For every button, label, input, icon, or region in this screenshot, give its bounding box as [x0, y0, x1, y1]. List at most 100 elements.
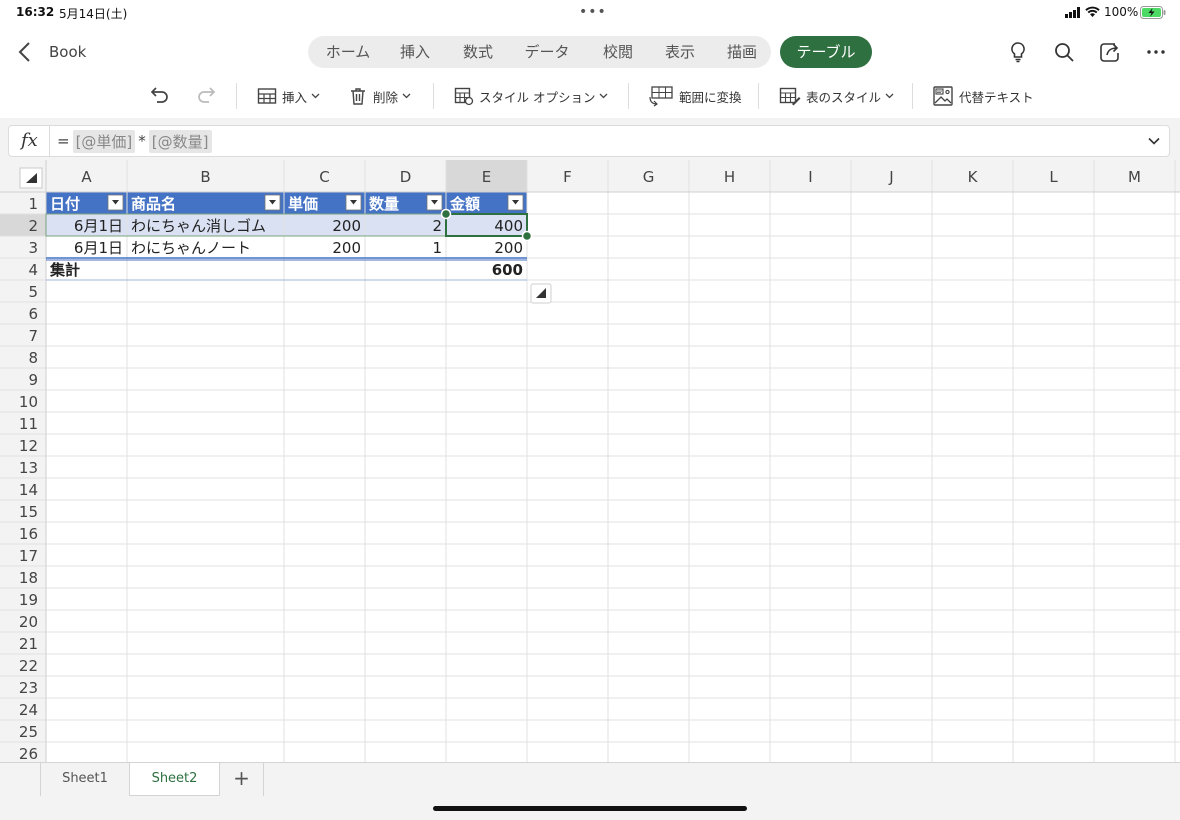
- fx-icon[interactable]: fx: [21, 130, 38, 151]
- convert-to-range-button[interactable]: 範囲に変換: [648, 76, 742, 116]
- table-cell: 2: [432, 217, 442, 235]
- formula-input[interactable]: = [@単価] * [@数量]: [57, 129, 215, 153]
- alt-text-label: 代替テキスト: [959, 89, 1034, 105]
- row-header-16: 16: [19, 525, 38, 543]
- tab-table[interactable]: テーブル: [780, 36, 872, 68]
- column-header-C: C: [319, 168, 329, 186]
- table-cell: 200: [332, 217, 361, 235]
- undo-icon: [150, 87, 168, 103]
- delete-button[interactable]: 削除: [348, 76, 411, 116]
- table-cell: 6月1日: [74, 217, 123, 235]
- insert-label: 挿入: [282, 89, 308, 105]
- row-header-22: 22: [19, 657, 38, 675]
- row-header-25: 25: [19, 723, 38, 741]
- column-header-H: H: [724, 168, 735, 186]
- formula-equals: =: [57, 132, 70, 150]
- style-options-button[interactable]: スタイル オプション: [454, 76, 608, 116]
- convert-label: 範囲に変換: [679, 89, 742, 105]
- column-header-bar: [0, 160, 1180, 192]
- tab-formulas[interactable]: 数式: [453, 36, 503, 68]
- ribbon-toolbar: 挿入 削除 スタイル オプション 範囲に変換 表のスタイル 代替テキスト: [0, 76, 1180, 116]
- table-style-icon: [779, 87, 801, 106]
- selection-handle[interactable]: [521, 230, 533, 242]
- share-icon[interactable]: [1098, 40, 1122, 64]
- cellular-signal-icon: [1065, 7, 1080, 18]
- row-header-18: 18: [19, 569, 38, 587]
- tab-view[interactable]: 表示: [655, 36, 705, 68]
- column-header-I: I: [808, 168, 812, 186]
- home-indicator: [433, 806, 747, 811]
- battery-percent: 100%: [1104, 5, 1139, 19]
- convert-range-icon: [649, 86, 673, 107]
- row-header-26: 26: [19, 745, 38, 762]
- undo-button[interactable]: [148, 76, 172, 116]
- formula-operator: *: [138, 132, 146, 150]
- wifi-icon: [1085, 6, 1100, 17]
- row-header-3: 3: [28, 239, 38, 257]
- row-header-6: 6: [28, 305, 38, 323]
- more-icon[interactable]: [1144, 40, 1168, 64]
- row-header-7: 7: [28, 327, 38, 345]
- row-header-10: 10: [19, 393, 38, 411]
- tab-insert[interactable]: 挿入: [390, 36, 440, 68]
- column-header-B: B: [200, 168, 210, 186]
- toolbar-divider: [912, 83, 913, 109]
- sheet-tab-sheet2[interactable]: Sheet2: [129, 763, 220, 796]
- row-header-1: 1: [28, 195, 38, 213]
- tab-draw[interactable]: 描画: [717, 36, 767, 68]
- row-header-9: 9: [28, 371, 38, 389]
- row-header-17: 17: [19, 547, 38, 565]
- lightbulb-icon[interactable]: [1006, 40, 1030, 64]
- row-header-8: 8: [28, 349, 38, 367]
- chevron-down-icon: [402, 93, 411, 99]
- table-header-cell: 商品名: [131, 195, 176, 213]
- multitask-dots-icon[interactable]: •••: [579, 4, 607, 20]
- insert-button[interactable]: 挿入: [257, 76, 320, 116]
- chevron-down-icon: [885, 93, 894, 99]
- column-header-E: E: [482, 168, 491, 186]
- worksheet-grid[interactable]: A B C D E F G H I J K L M 1 2 3 4 5 6 7 8 9 10 11 12 13 14 15 16 17 18…: [0, 160, 1180, 762]
- column-header-L: L: [1049, 168, 1058, 186]
- selection-handle[interactable]: [440, 208, 452, 220]
- status-bar: 16:32 5月14日(土) ••• 100%: [0, 0, 1180, 24]
- column-header-J: J: [888, 168, 893, 186]
- sheet-tab-sheet1[interactable]: Sheet1: [40, 763, 130, 796]
- back-icon[interactable]: [16, 40, 34, 64]
- formula-token-price: [@単価]: [72, 129, 136, 153]
- excel-app: 16:32 5月14日(土) ••• 100% Book ホーム 挿入 数式 デ…: [0, 0, 1180, 820]
- table-cell: 200: [332, 239, 361, 257]
- add-sheet-button[interactable]: +: [220, 763, 264, 796]
- alt-text-button[interactable]: 代替テキスト: [932, 76, 1034, 116]
- table-style-button[interactable]: 表のスタイル: [779, 76, 894, 116]
- table-options-icon: [454, 87, 474, 106]
- row-header-19: 19: [19, 591, 38, 609]
- row-header-20: 20: [19, 613, 38, 631]
- tab-review[interactable]: 校閲: [593, 36, 643, 68]
- tab-data[interactable]: データ: [516, 36, 578, 68]
- tab-home[interactable]: ホーム: [316, 36, 380, 68]
- battery-charging-icon: [1140, 6, 1166, 19]
- row-header-15: 15: [19, 503, 38, 521]
- formula-token-qty: [@数量]: [148, 129, 212, 153]
- row-header-2: 2: [28, 217, 38, 235]
- trash-icon: [351, 88, 365, 105]
- ribbon-tabs: ホーム 挿入 数式 データ 校閲 表示 描画: [308, 36, 771, 68]
- row-header-5: 5: [28, 283, 38, 301]
- redo-icon: [198, 87, 216, 103]
- column-header-G: G: [643, 168, 655, 186]
- table-header-cell: 日付: [50, 195, 80, 213]
- search-icon[interactable]: [1052, 40, 1076, 64]
- back-label[interactable]: Book: [49, 43, 86, 61]
- column-header-M: M: [1128, 168, 1141, 186]
- toolbar-divider: [628, 83, 629, 109]
- row-header-12: 12: [19, 437, 38, 455]
- row-header-24: 24: [19, 701, 38, 719]
- formula-bar[interactable]: fx = [@単価] * [@数量]: [8, 125, 1170, 157]
- column-header-A: A: [81, 168, 92, 186]
- table-style-label: 表のスタイル: [806, 89, 882, 105]
- expand-formula-chevron-icon[interactable]: [1147, 134, 1161, 148]
- redo-button[interactable]: [194, 76, 218, 116]
- select-all-button[interactable]: [19, 167, 43, 189]
- table-cell: 400: [494, 217, 523, 235]
- column-header-F: F: [563, 168, 572, 186]
